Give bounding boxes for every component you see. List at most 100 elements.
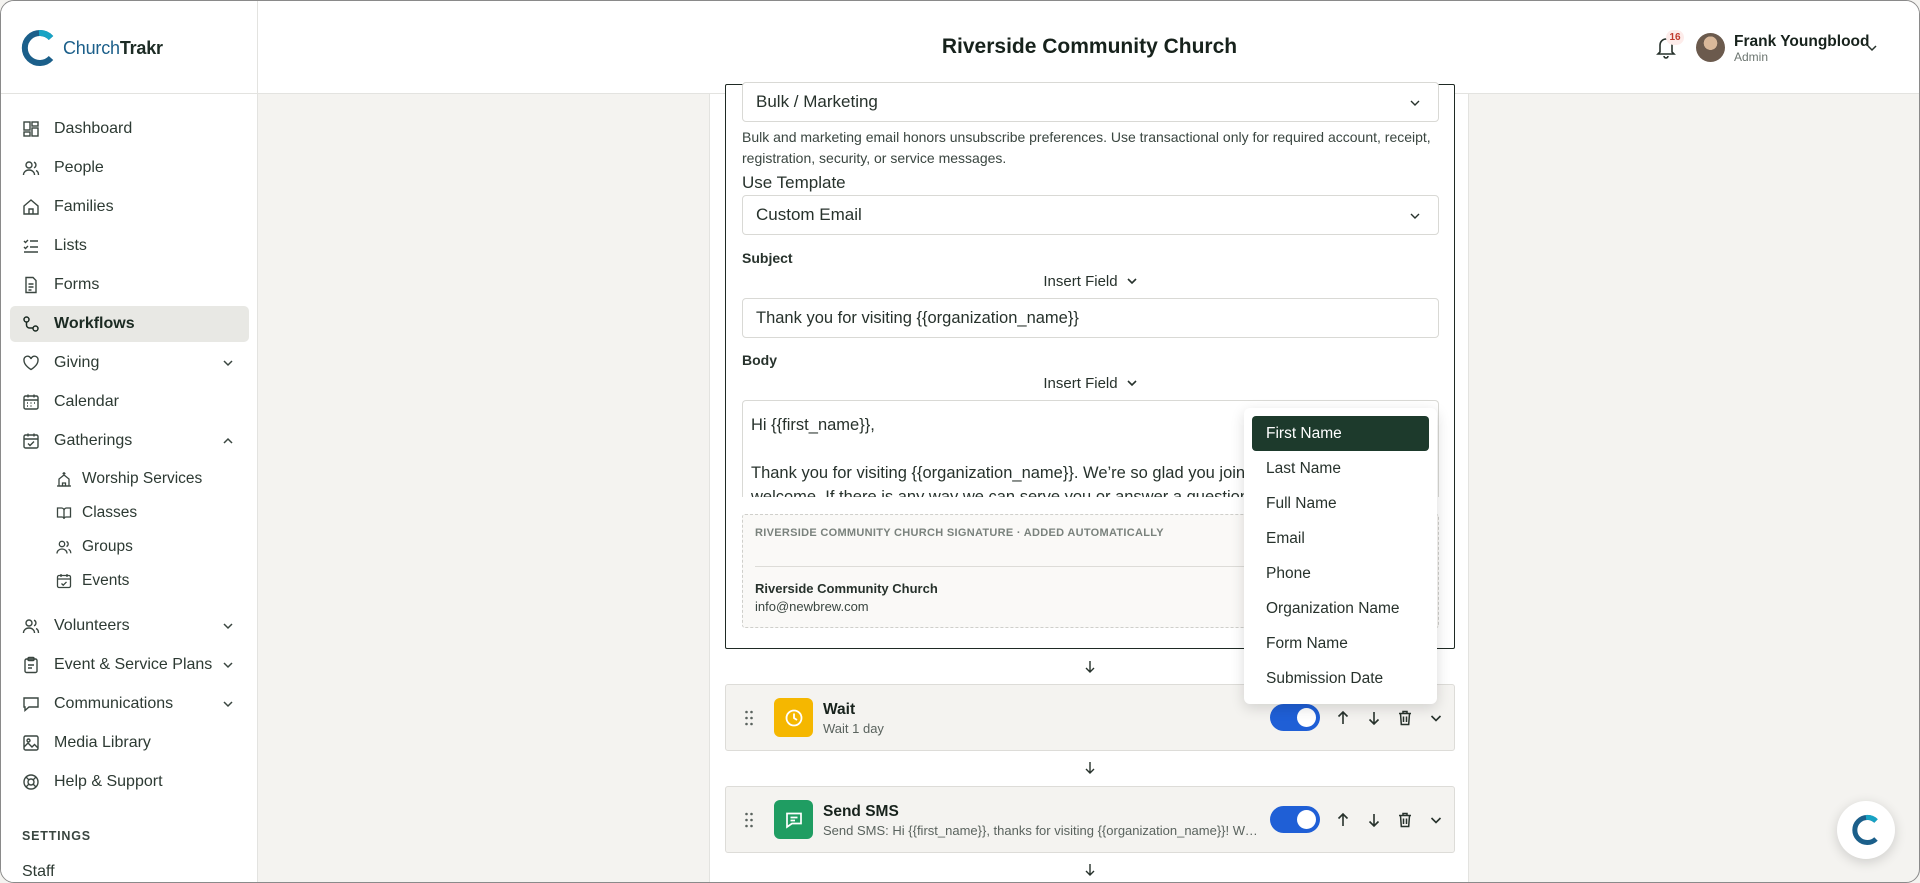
insert-field-option[interactable]: First Name — [1252, 416, 1429, 451]
top-header: Riverside Community Church 16 Frank Youn… — [258, 1, 1919, 94]
calendar-check-icon — [22, 432, 40, 450]
sidebar-item-forms[interactable]: Forms — [10, 267, 249, 303]
workflow-step-send-sms[interactable]: Send SMS Send SMS: Hi {{first_name}}, th… — [725, 786, 1455, 853]
insert-field-label: Insert Field — [1043, 375, 1118, 392]
sidebar-item-media-library[interactable]: Media Library — [10, 725, 249, 761]
insert-field-option[interactable]: Phone — [1252, 556, 1429, 591]
trash-icon[interactable] — [1396, 709, 1414, 727]
insert-field-option[interactable]: Organization Name — [1252, 591, 1429, 626]
step-title: Send SMS — [823, 803, 899, 820]
sidebar-item-label: Lists — [54, 237, 87, 254]
step-icon-badge — [774, 698, 813, 737]
chevron-down-icon[interactable] — [1427, 709, 1445, 727]
email-type-value: Bulk / Marketing — [756, 92, 878, 111]
sidebar-item-label: People — [54, 159, 104, 176]
sidebar-item-people[interactable]: People — [10, 150, 249, 186]
arrow-up-icon[interactable] — [1334, 811, 1352, 829]
sidebar-item-label: Worship Services — [82, 470, 203, 487]
chevron-down-icon — [223, 701, 233, 708]
support-chat-button[interactable] — [1837, 801, 1895, 859]
subject-input[interactable]: Thank you for visiting {{organization_na… — [742, 298, 1439, 338]
sidebar-item-events[interactable]: Events — [10, 564, 249, 598]
template-select[interactable]: Custom Email — [742, 195, 1439, 235]
home-icon — [22, 198, 40, 216]
calendar-check-icon — [56, 573, 72, 589]
help-icon — [22, 773, 40, 791]
sidebar-item-label: Dashboard — [54, 120, 133, 137]
sidebar-item-workflows[interactable]: Workflows — [10, 306, 249, 342]
sidebar-item-staff[interactable]: Staff — [22, 863, 55, 881]
sidebar-divider — [1, 93, 257, 94]
trash-icon[interactable] — [1396, 811, 1414, 829]
sidebar-item-dashboard[interactable]: Dashboard — [10, 111, 249, 147]
chevron-down-icon — [1127, 278, 1137, 285]
sidebar-item-families[interactable]: Families — [10, 189, 249, 225]
arrow-down-icon — [1085, 661, 1095, 673]
arrow-down-icon — [1085, 864, 1095, 876]
sidebar-item-label: Event & Service Plans — [54, 656, 213, 673]
user-role: Admin — [1734, 50, 1769, 64]
insert-field-option[interactable]: Form Name — [1252, 626, 1429, 661]
heart-icon — [22, 354, 40, 372]
sidebar-item-help-support[interactable]: Help & Support — [10, 764, 249, 800]
calendar-icon — [22, 393, 40, 411]
insert-field-option[interactable]: Submission Date — [1252, 661, 1429, 696]
sidebar-item-lists[interactable]: Lists — [10, 228, 249, 264]
sidebar-item-label: Volunteers — [54, 617, 130, 634]
sidebar-item-label: Gatherings — [54, 432, 133, 449]
sidebar-item-label: Classes — [82, 504, 138, 521]
insert-field-option[interactable]: Last Name — [1252, 451, 1429, 486]
app-window: ChurchTrakr Dashboard People Families Li… — [0, 0, 1920, 883]
sidebar-item-giving[interactable]: Giving — [10, 345, 249, 381]
drag-handle-icon[interactable] — [744, 811, 754, 829]
step-title: Wait — [823, 701, 856, 718]
sidebar-item-label: Groups — [82, 538, 133, 555]
chevron-down-icon — [223, 360, 233, 367]
arrow-down-icon — [1085, 762, 1095, 774]
email-type-help-text: Bulk and marketing email honors unsubscr… — [742, 129, 1431, 166]
sidebar-item-communications[interactable]: Communications — [10, 686, 249, 722]
arrow-down-icon[interactable] — [1365, 709, 1383, 727]
sidebar-item-label: Communications — [54, 695, 174, 712]
chevron-down-icon — [1410, 100, 1420, 106]
step-enabled-toggle[interactable] — [1270, 704, 1320, 731]
arrow-up-icon[interactable] — [1334, 709, 1352, 727]
sidebar-item-label: Giving — [54, 354, 100, 371]
logo-mark-icon — [1852, 814, 1878, 845]
workflow-icon — [22, 315, 40, 333]
people-icon — [56, 539, 72, 555]
step-icon-badge — [774, 800, 813, 839]
image-icon — [22, 734, 40, 752]
template-label: Use Template — [742, 173, 846, 192]
avatar[interactable] — [1696, 33, 1725, 62]
insert-field-label: Insert Field — [1043, 273, 1118, 290]
step-enabled-toggle[interactable] — [1270, 806, 1320, 833]
app-logo[interactable]: ChurchTrakr — [19, 27, 163, 69]
message-icon — [785, 812, 802, 829]
sidebar-item-classes[interactable]: Classes — [10, 496, 249, 530]
chat-icon — [22, 695, 40, 713]
sidebar-item-event-service-plans[interactable]: Event & Service Plans — [10, 647, 249, 683]
sidebar-item-volunteers[interactable]: Volunteers — [10, 608, 249, 644]
sidebar-nav: Dashboard People Families Lists Forms Wo… — [10, 111, 249, 803]
sidebar-item-worship-services[interactable]: Worship Services — [10, 462, 249, 496]
insert-field-option[interactable]: Email — [1252, 521, 1429, 556]
sidebar-item-groups[interactable]: Groups — [10, 530, 249, 564]
church-icon — [56, 471, 72, 487]
arrow-down-icon[interactable] — [1365, 811, 1383, 829]
drag-handle-icon[interactable] — [744, 709, 754, 727]
sidebar-item-calendar[interactable]: Calendar — [10, 384, 249, 420]
user-name[interactable]: Frank Youngblood — [1734, 33, 1869, 51]
sidebar-item-gatherings[interactable]: Gatherings — [10, 423, 249, 459]
sidebar-item-label: Workflows — [54, 315, 135, 332]
insert-field-option[interactable]: Full Name — [1252, 486, 1429, 521]
clock-icon — [785, 709, 802, 726]
subject-insert-field-button[interactable]: Insert Field — [742, 273, 1439, 290]
chevron-down-icon[interactable] — [1865, 41, 1879, 55]
email-type-select[interactable]: Bulk / Marketing — [742, 82, 1439, 122]
chevron-down-icon[interactable] — [1427, 811, 1445, 829]
body-insert-field-button[interactable]: Insert Field — [742, 375, 1439, 392]
chevron-down-icon — [223, 662, 233, 669]
body-label: Body — [742, 352, 777, 368]
